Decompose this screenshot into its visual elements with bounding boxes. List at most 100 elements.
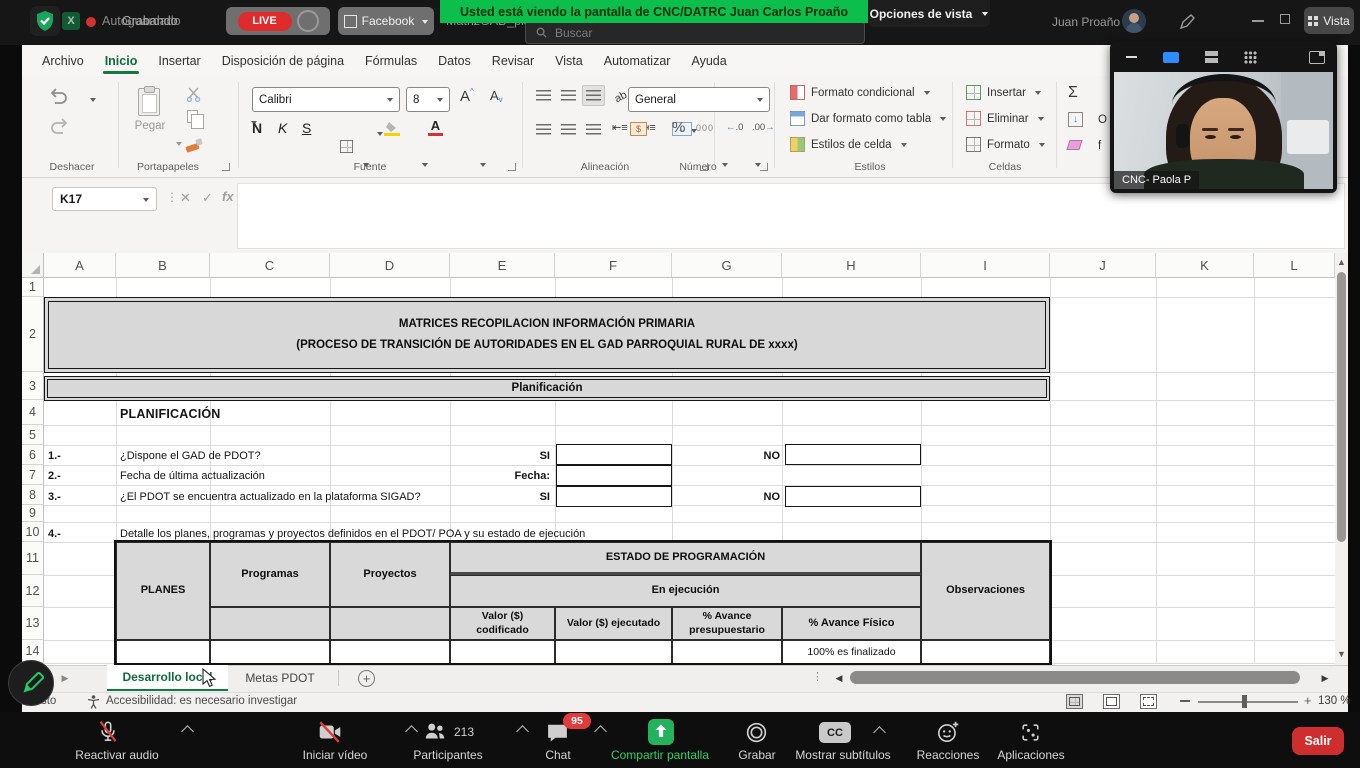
align-center-icon[interactable] xyxy=(561,124,576,135)
avatar[interactable] xyxy=(1122,9,1146,33)
insert-cells-button[interactable]: Insertar xyxy=(966,85,1041,100)
active-speaker-view-icon[interactable] xyxy=(1163,52,1179,63)
table-header-avance-fisico[interactable]: % Avance Físico xyxy=(782,607,921,640)
popout-view-icon[interactable] xyxy=(1309,51,1325,64)
table-cell-f14[interactable] xyxy=(555,640,672,664)
leave-meeting-button[interactable]: Salir xyxy=(1292,727,1344,755)
accounting-format-icon[interactable]: $ xyxy=(630,122,647,136)
tab-revisar[interactable]: Revisar xyxy=(490,48,536,74)
table-header-ejecucion[interactable]: En ejecución xyxy=(450,575,921,607)
font-color-dropdown[interactable] xyxy=(480,163,486,170)
table-cell-g14[interactable] xyxy=(672,640,782,664)
format-cells-button[interactable]: Formato xyxy=(966,137,1045,152)
table-header-planes[interactable]: PLANES xyxy=(116,542,210,640)
page-layout-view-icon[interactable] xyxy=(1103,694,1120,709)
table-header-valor-ejecutado[interactable]: Valor ($) ejecutado xyxy=(555,607,672,640)
search-box[interactable]: Buscar xyxy=(525,21,865,44)
decrease-font-icon[interactable]: Av xyxy=(490,88,503,103)
borders-icon[interactable] xyxy=(340,140,353,153)
increase-decimal-icon[interactable]: ←.0 xyxy=(726,122,743,133)
number-format-combo[interactable]: General xyxy=(628,87,770,112)
paste-icon[interactable] xyxy=(136,86,162,116)
underline-icon[interactable]: S xyxy=(302,120,311,136)
minimize-icon[interactable] xyxy=(1252,20,1264,22)
tab-datos[interactable]: Datos xyxy=(436,48,473,74)
confirm-entry-icon[interactable]: ✓ xyxy=(202,190,213,206)
comma-style-icon[interactable]: 000 xyxy=(696,123,714,133)
font-name-combo[interactable]: Calibri xyxy=(252,87,400,112)
live-stream-pill[interactable]: LIVE xyxy=(226,7,330,35)
cancel-entry-icon[interactable]: ✕ xyxy=(180,190,191,206)
table-header-observaciones[interactable]: Observaciones xyxy=(921,542,1050,640)
tab-automatizar[interactable]: Automatizar xyxy=(602,48,673,74)
tab-ayuda[interactable]: Ayuda xyxy=(689,48,728,74)
table-header-empty1[interactable] xyxy=(210,607,330,640)
italic-icon[interactable]: K xyxy=(278,120,287,136)
increase-font-icon[interactable]: A^ xyxy=(460,88,474,105)
align-top-icon[interactable] xyxy=(536,90,551,101)
captions-caret[interactable] xyxy=(873,726,886,739)
q3-si-input[interactable] xyxy=(556,486,672,507)
tab-archivo[interactable]: Archivo xyxy=(40,48,86,74)
minimize-video-icon[interactable] xyxy=(1126,56,1137,58)
restore-window-icon[interactable] xyxy=(1280,14,1290,24)
copy-icon[interactable] xyxy=(187,110,198,123)
tab-insertar[interactable]: Insertar xyxy=(156,48,202,74)
accessibility-status[interactable]: Accesibilidad: es necesario investigar xyxy=(106,695,297,707)
apps-button[interactable]: Aplicaciones xyxy=(971,712,1091,768)
table-header-programas[interactable]: Programas xyxy=(210,542,330,607)
table-cell-e14[interactable] xyxy=(450,640,555,664)
cut-icon[interactable] xyxy=(186,87,203,102)
number-dialog-launcher[interactable] xyxy=(760,163,768,171)
delete-cells-button[interactable]: Eliminar xyxy=(966,111,1044,126)
percent-icon[interactable]: % xyxy=(672,119,685,136)
table-cell-b14[interactable] xyxy=(116,640,210,664)
participant-video-panel[interactable]: CNC- Paola P xyxy=(1110,42,1337,193)
unmute-button[interactable]: Reactivar audio xyxy=(37,712,197,768)
annotate-pencil-icon[interactable] xyxy=(1178,13,1196,31)
section-header-cell[interactable]: Planificación xyxy=(44,376,1050,401)
stack-view-icon[interactable] xyxy=(1205,51,1218,63)
paste-label[interactable]: Pegar xyxy=(129,120,171,132)
conditional-formatting-button[interactable]: Formato condicional xyxy=(790,85,930,100)
audio-options-caret[interactable] xyxy=(181,725,194,738)
fill-color-icon[interactable] xyxy=(384,120,400,136)
insert-function-icon[interactable]: fx xyxy=(222,189,234,204)
undo-dropdown[interactable] xyxy=(90,98,96,105)
tab-disposicion[interactable]: Disposición de página xyxy=(220,48,346,74)
zoom-slider-track[interactable] xyxy=(1198,701,1298,703)
zoom-in-button[interactable]: + xyxy=(1304,696,1314,706)
normal-view-icon[interactable] xyxy=(1066,694,1083,709)
vertical-scroll-thumb[interactable] xyxy=(1337,272,1346,542)
hscroll-right-arrow[interactable]: ▶ xyxy=(1318,671,1332,685)
scroll-down-arrow[interactable]: ▼ xyxy=(1335,648,1348,660)
table-header-valor-codificado[interactable]: Valor ($) codificado xyxy=(450,607,555,640)
select-all-corner[interactable] xyxy=(22,253,44,278)
matrix-title-cell[interactable]: MATRICES RECOPILACION INFORMACIÓN PRIMAR… xyxy=(44,297,1050,373)
zoom-level[interactable]: 130 % xyxy=(1318,695,1351,707)
add-sheet-button[interactable]: + xyxy=(358,670,375,687)
table-header-proyectos[interactable]: Proyectos xyxy=(330,542,450,607)
tab-vista[interactable]: Vista xyxy=(553,48,585,74)
view-options-button[interactable]: Opciones de vista xyxy=(868,0,990,27)
align-right-icon[interactable] xyxy=(586,124,601,135)
scroll-up-arrow[interactable]: ▲ xyxy=(1335,256,1348,268)
bold-icon[interactable]: N xyxy=(252,120,262,136)
zoom-slider-thumb[interactable] xyxy=(1242,695,1247,708)
undo-icon[interactable] xyxy=(48,86,70,104)
paste-dropdown[interactable] xyxy=(176,142,182,149)
q1-no-input[interactable] xyxy=(785,444,921,465)
cell-styles-button[interactable]: Estilos de celda xyxy=(790,137,907,152)
autosum-icon[interactable]: Σ xyxy=(1068,84,1078,102)
align-middle-icon[interactable] xyxy=(561,90,576,101)
annotation-pencil-fab[interactable] xyxy=(8,660,54,706)
table-header-avance-presupuestario[interactable]: % Avance presupuestario xyxy=(672,607,782,640)
table-header-estado[interactable]: ESTADO DE PROGRAMACIÓN xyxy=(450,542,921,575)
gallery-view-icon[interactable] xyxy=(1244,51,1257,64)
table-cell-i14[interactable] xyxy=(921,640,1050,664)
table-header-empty2[interactable] xyxy=(330,607,450,640)
table-cell-c14[interactable] xyxy=(210,640,330,664)
fill-icon[interactable]: ↓ xyxy=(1068,112,1083,127)
view-mode-button[interactable]: Vista xyxy=(1304,7,1354,34)
hscroll-left-arrow[interactable]: ◀ xyxy=(832,671,846,685)
